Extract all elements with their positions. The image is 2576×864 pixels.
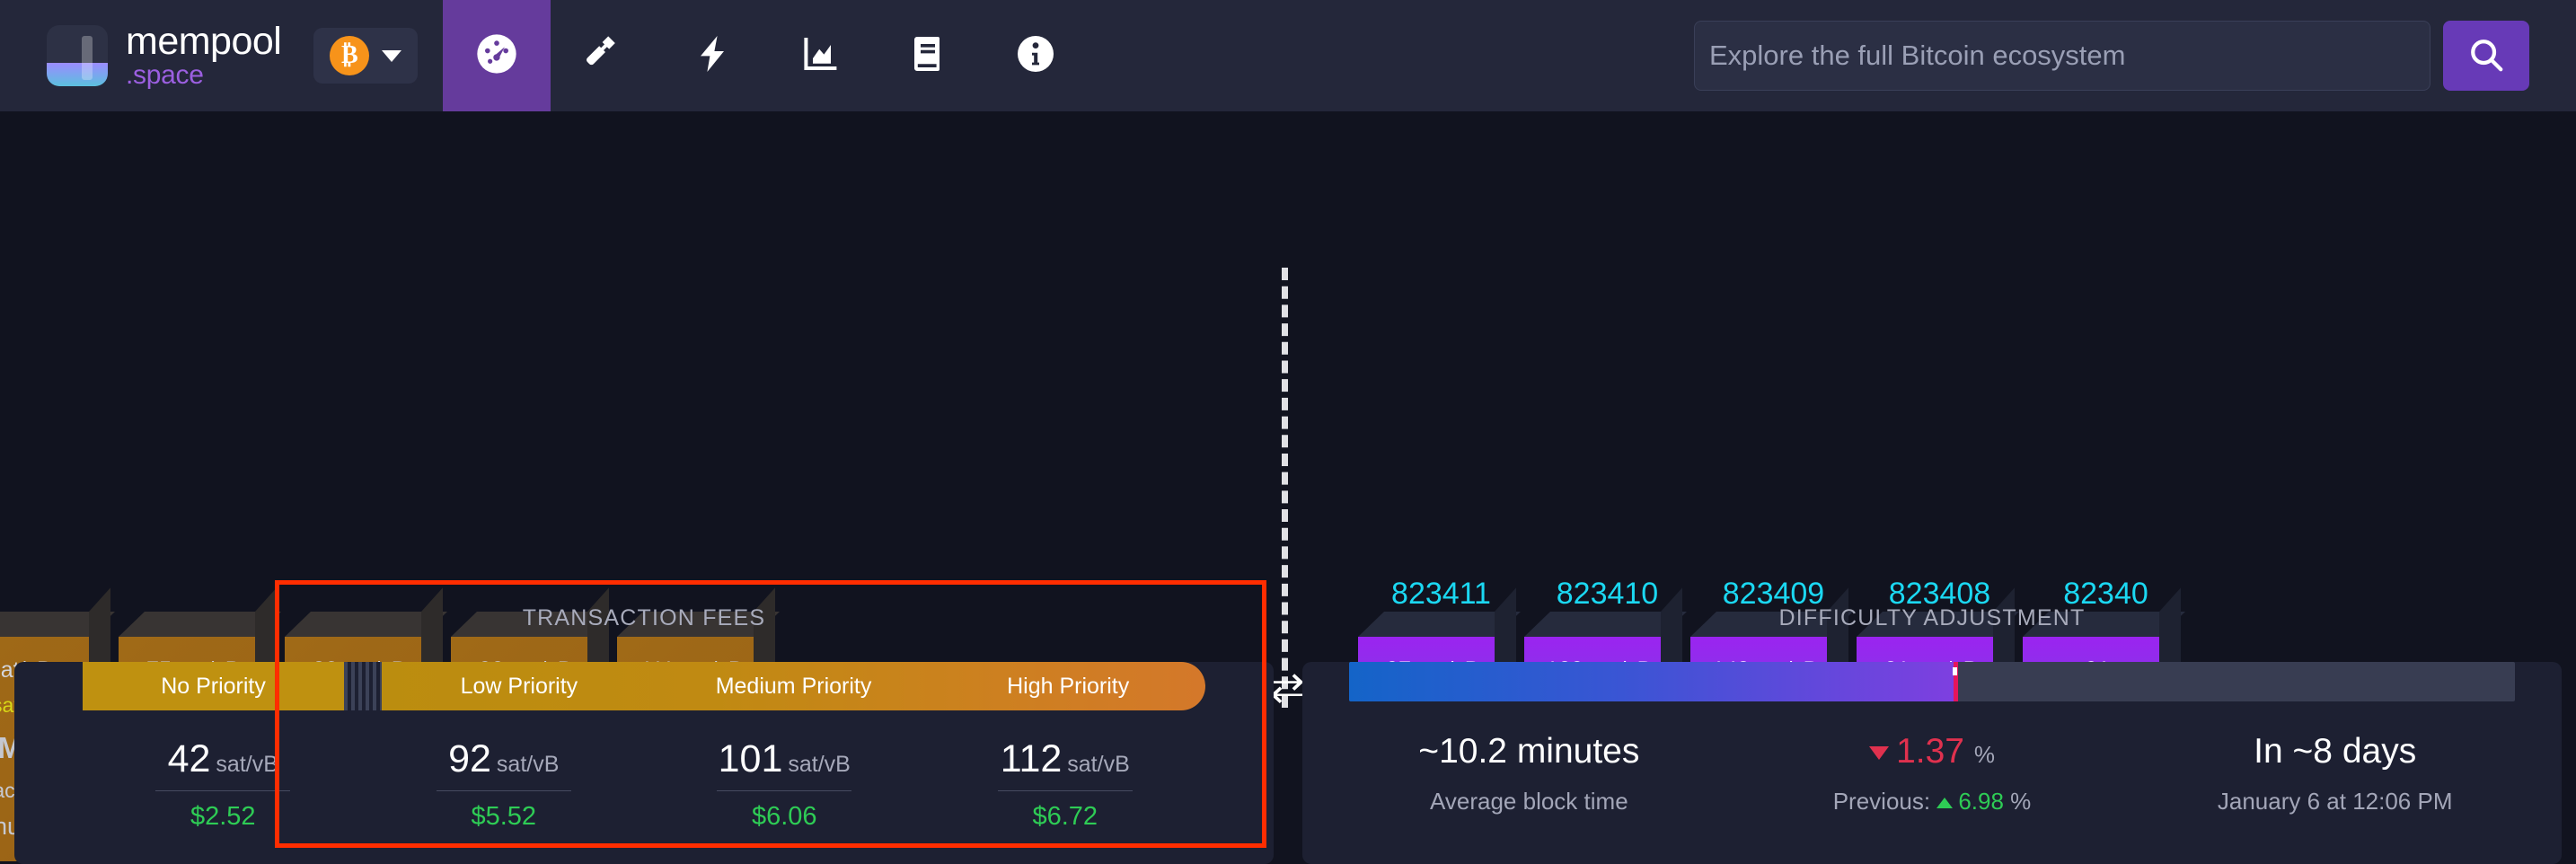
fee-rate-unit: sat/vB	[1067, 752, 1130, 777]
transaction-fees-panel: TRANSACTION FEES No Priority Low Priorit…	[0, 571, 1288, 864]
mempool-blocks-row: sat/vBsat/vBMBsactionsinutes~75 sat/vB70…	[0, 111, 783, 861]
fee-tier: 42 sat/vB $2.52	[83, 737, 364, 832]
chevron-down-icon	[382, 49, 402, 62]
fee-tier: 101 sat/vB $6.06	[644, 737, 925, 832]
panel-title-difficulty: DIFFICULTY ADJUSTMENT	[1778, 605, 2086, 630]
bitcoin-icon: ₿	[330, 36, 370, 75]
search-bar	[1694, 21, 2529, 91]
difficulty-change-stat: 1.37 % Previous: 6.98 %	[1731, 732, 2134, 816]
fee-rate-row: 92 sat/vB	[364, 737, 645, 781]
difficulty-change: 1.37 %	[1731, 732, 2134, 771]
fee-fiat-value: $6.06	[751, 802, 817, 831]
hammer-icon	[583, 32, 626, 80]
previous-value: 6.98	[1958, 788, 2004, 815]
search-button[interactable]	[2443, 21, 2529, 91]
difficulty-card: ~10.2 minutes Average block time 1.37 % …	[1302, 662, 2562, 864]
difficulty-progress-marker	[1952, 662, 1958, 701]
fee-divider	[997, 790, 1133, 791]
panel-title-fees: TRANSACTION FEES	[522, 605, 766, 630]
dashboard-panels: TRANSACTION FEES No Priority Low Priorit…	[0, 571, 2576, 864]
mined-blocks-row: 823411~97 sat/vB91 - 736 sat/vB1.79 MB3,…	[1342, 111, 2189, 861]
nav-item-docs[interactable]	[874, 0, 982, 111]
avg-block-time-stat: ~10.2 minutes Average block time	[1328, 732, 1731, 816]
nav-item-lightning[interactable]	[658, 0, 766, 111]
difficulty-eta-stat: In ~8 days January 6 at 12:06 PM	[2133, 732, 2536, 816]
nav-item-dashboard[interactable]	[443, 0, 551, 111]
fee-rate-value: 42	[167, 737, 211, 780]
fee-rate-unit: sat/vB	[216, 752, 278, 777]
area-chart-icon	[798, 32, 842, 80]
fee-rate-row: 101 sat/vB	[644, 737, 925, 781]
avg-block-time-value: ~10.2 minutes	[1418, 732, 1640, 771]
triangle-up-icon	[1936, 798, 1954, 809]
fee-rate-unit: sat/vB	[788, 752, 851, 777]
previous-label: Previous:	[1832, 788, 1931, 815]
fee-rate-unit: sat/vB	[496, 752, 560, 777]
info-circle-icon	[1014, 32, 1057, 80]
difficulty-progress-fill	[1349, 662, 1955, 701]
brand-text: mempool .space	[126, 20, 282, 90]
difficulty-progress-bar	[1349, 662, 2515, 701]
fee-rate-value: 92	[448, 737, 491, 780]
nav-item-graphs[interactable]	[766, 0, 874, 111]
difficulty-change-value: 1.37	[1896, 732, 1964, 771]
difficulty-previous: Previous: 6.98 %	[1731, 788, 2134, 816]
gauge-icon	[473, 31, 520, 82]
brand-logo[interactable]: mempool .space	[47, 0, 282, 111]
book-icon	[906, 32, 949, 80]
gauge-segment-high-priority[interactable]: High Priority	[931, 662, 1205, 710]
fee-fiat-value: $5.52	[471, 802, 537, 831]
fee-rate-value: 101	[718, 737, 783, 780]
gauge-segment-group: Low Priority Medium Priority High Priori…	[382, 662, 1205, 710]
top-header: mempool .space ₿	[0, 0, 2576, 111]
triangle-down-icon	[1869, 746, 1890, 761]
lightning-bolt-icon	[691, 32, 734, 80]
fee-rate-row: 42 sat/vB	[83, 737, 364, 781]
fee-divider	[717, 790, 852, 791]
search-input[interactable]	[1694, 21, 2430, 91]
difficulty-stats: ~10.2 minutes Average block time 1.37 % …	[1328, 732, 2536, 816]
fee-priority-gauge: No Priority Low Priority Medium Priority…	[83, 662, 1205, 710]
blockchain-strip: sat/vBsat/vBMBsactionsinutes~75 sat/vB70…	[0, 111, 2576, 861]
currency-selector[interactable]: ₿	[313, 28, 419, 84]
brand-name-secondary: .space	[126, 60, 204, 90]
fee-divider	[155, 790, 291, 791]
difficulty-change-symbol: %	[1973, 741, 1995, 768]
fee-tiers: 42 sat/vB $2.52 92 sat/vB $5.52 101 sat/vB $6.06…	[83, 737, 1205, 832]
nav-item-mining[interactable]	[551, 0, 658, 111]
gauge-segment-low-priority[interactable]: Low Priority	[382, 662, 657, 710]
fee-rate-row: 112 sat/vB	[925, 737, 1206, 781]
difficulty-adjustment-panel: DIFFICULTY ADJUSTMENT ~10.2 minutes Aver…	[1288, 571, 2576, 864]
fee-fiat-value: $2.52	[190, 802, 256, 831]
difficulty-estimated-date: January 6 at 12:06 PM	[2217, 788, 2453, 815]
brand-name-primary: mempool	[126, 20, 282, 63]
mempool-logo-icon	[47, 25, 108, 86]
search-icon	[2466, 34, 2507, 78]
difficulty-remaining: In ~8 days	[2254, 732, 2417, 771]
fee-tier: 112 sat/vB $6.72	[925, 737, 1206, 832]
fee-divider	[436, 790, 571, 791]
previous-symbol: %	[2010, 788, 2032, 815]
main-nav	[443, 0, 1090, 111]
nav-item-about[interactable]	[982, 0, 1090, 111]
gauge-segment-no-priority[interactable]: No Priority	[83, 662, 345, 710]
avg-block-time-label: Average block time	[1430, 788, 1628, 815]
fee-tier: 92 sat/vB $5.52	[364, 737, 645, 832]
gauge-segment-medium-priority[interactable]: Medium Priority	[657, 662, 931, 710]
fee-fiat-value: $6.72	[1032, 802, 1098, 831]
fee-rate-value: 112	[1000, 737, 1063, 780]
fees-card: No Priority Low Priority Medium Priority…	[14, 662, 1274, 864]
gauge-divider-stripes	[344, 662, 383, 710]
